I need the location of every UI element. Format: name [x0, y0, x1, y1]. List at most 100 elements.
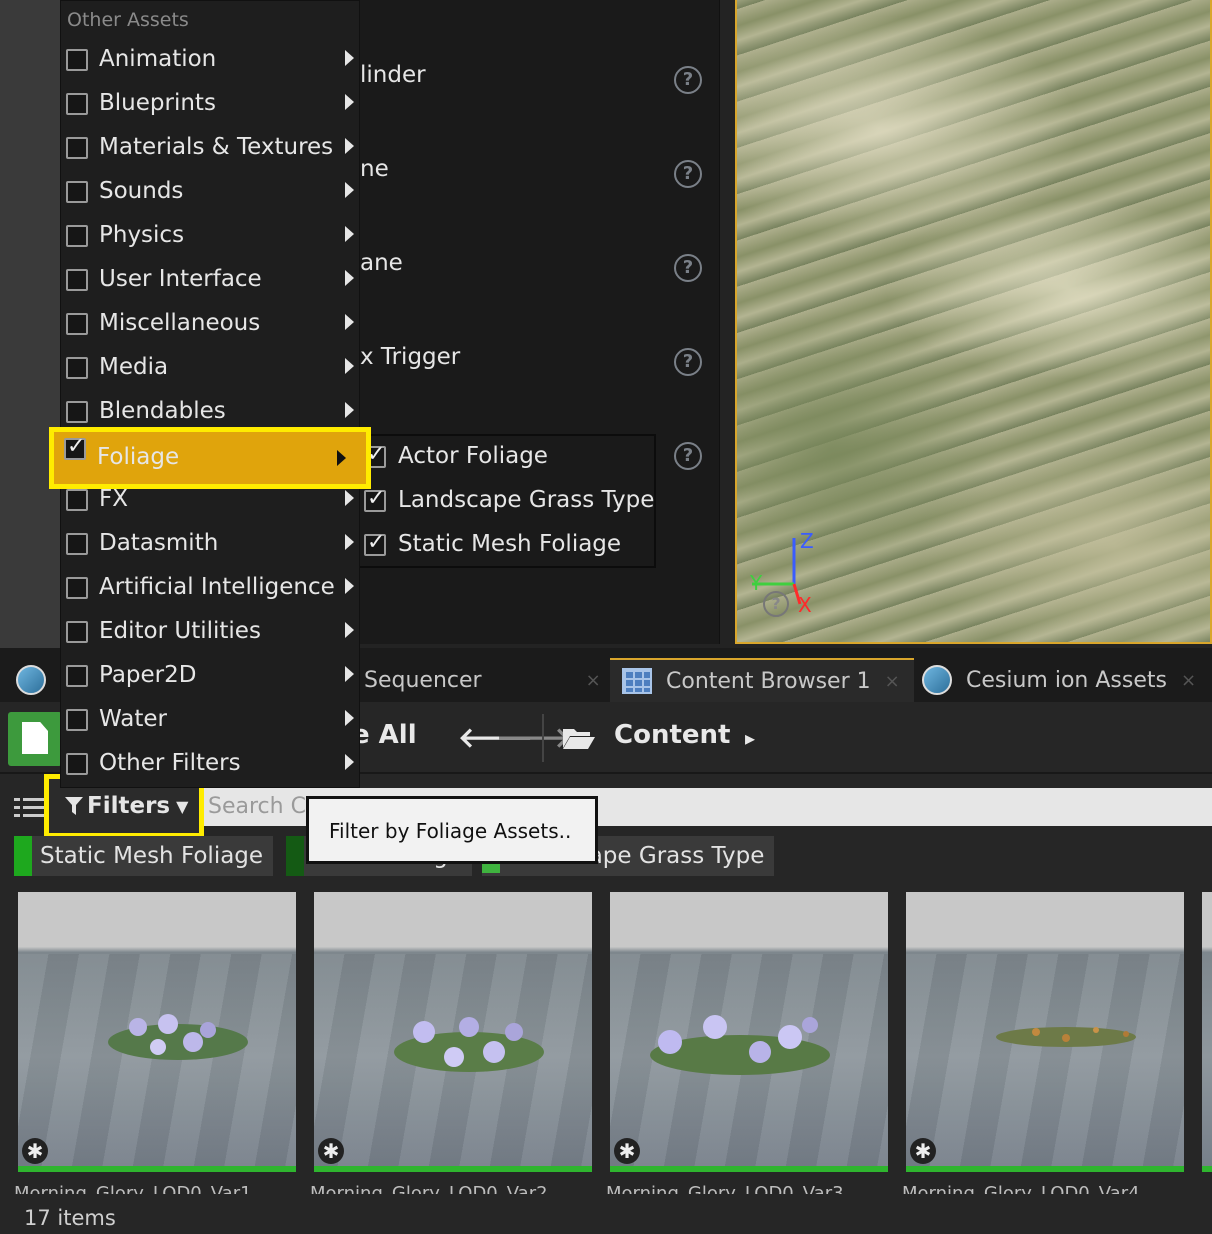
asset-grid: ✱ ✱ ✱ ✱ Morning_Glory_LOD0_Var1 Morning_…	[0, 890, 1212, 1194]
help-icon[interactable]: ?	[674, 348, 702, 376]
checkbox[interactable]	[364, 530, 386, 556]
menu-item-label: Media	[99, 354, 169, 380]
asset-tile[interactable]: ✱	[610, 892, 888, 1172]
checkbox[interactable]	[66, 753, 88, 775]
checkbox[interactable]	[66, 93, 88, 115]
menu-item-animation[interactable]: Animation	[61, 39, 359, 83]
help-icon[interactable]: ?	[674, 160, 702, 188]
help-icon[interactable]: ?	[674, 254, 702, 282]
place-item-cylinder[interactable]: linder	[360, 62, 426, 88]
submenu-arrow-icon	[345, 534, 354, 550]
checkbox[interactable]	[364, 486, 386, 512]
filter-chip-static-mesh-foliage[interactable]: Static Mesh Foliage	[14, 836, 274, 876]
checkbox[interactable]	[66, 533, 88, 555]
item-count: 17 items	[24, 1206, 116, 1230]
menu-item-label: Foliage	[97, 444, 180, 470]
chip-label: Static Mesh Foliage	[40, 843, 264, 869]
tab-sequencer[interactable]: Sequencer ×	[364, 658, 601, 702]
menu-item-artificial-intelligence[interactable]: Artificial Intelligence	[61, 567, 359, 611]
submenu-arrow-icon	[345, 182, 354, 198]
checkbox[interactable]	[66, 401, 88, 423]
checkbox[interactable]	[66, 621, 88, 643]
favorite-star-icon[interactable]: ✱	[910, 1138, 936, 1164]
forward-arrow-icon[interactable]: 🡒	[496, 720, 571, 754]
checkbox[interactable]	[66, 313, 88, 335]
toolbar-divider	[542, 714, 544, 762]
tooltip: Filter by Foliage Assets..	[306, 796, 598, 864]
menu-item-materials-textures[interactable]: Materials & Textures	[61, 127, 359, 171]
menu-item-water[interactable]: Water	[61, 699, 359, 743]
menu-item-editor-utilities[interactable]: Editor Utilities	[61, 611, 359, 655]
menu-item-label: User Interface	[99, 266, 262, 292]
menu-item-blueprints[interactable]: Blueprints	[61, 83, 359, 127]
menu-item-label: FX	[99, 486, 128, 512]
checkbox[interactable]	[66, 665, 88, 687]
menu-item-label: Paper2D	[99, 662, 197, 688]
breadcrumb-content[interactable]: Content	[614, 720, 730, 750]
checkbox[interactable]	[66, 225, 88, 247]
tab-content-browser-1[interactable]: Content Browser 1 ×	[610, 658, 914, 702]
submenu-item-actor-foliage[interactable]: Actor Foliage	[360, 436, 654, 480]
submenu-arrow-icon	[345, 50, 354, 66]
asset-tile[interactable]: ✱	[18, 892, 296, 1172]
checkbox[interactable]	[64, 434, 86, 460]
submenu-item-static-mesh-foliage[interactable]: Static Mesh Foliage	[360, 524, 654, 568]
close-icon[interactable]: ×	[586, 670, 601, 691]
checkbox[interactable]	[66, 709, 88, 731]
asset-name: Morning_Glory_LOD0_Var4	[902, 1183, 1140, 1194]
checkbox[interactable]	[66, 489, 88, 511]
menu-item-sounds[interactable]: Sounds	[61, 171, 359, 215]
save-all-button[interactable]: e All	[352, 720, 417, 750]
menu-item-label: Animation	[99, 46, 217, 72]
left-gutter	[0, 0, 62, 648]
menu-item-label: Materials & Textures	[99, 134, 334, 160]
menu-item-paper2d[interactable]: Paper2D	[61, 655, 359, 699]
checkbox[interactable]	[66, 577, 88, 599]
menu-item-media[interactable]: Media	[61, 347, 359, 391]
submenu-item-landscape-grass-type[interactable]: Landscape Grass Type	[360, 480, 654, 524]
submenu-arrow-icon	[345, 358, 354, 374]
checkbox[interactable]	[66, 181, 88, 203]
filter-row: Search Co Filters ▼	[0, 774, 1212, 838]
checkbox[interactable]	[66, 269, 88, 291]
asset-name: Morning_Glory_LOD0_Var2	[310, 1183, 548, 1194]
menu-item-datasmith[interactable]: Datasmith	[61, 523, 359, 567]
favorite-star-icon[interactable]: ✱	[318, 1138, 344, 1164]
menu-item-fx[interactable]: FX	[61, 479, 359, 523]
favorite-star-icon[interactable]: ✱	[22, 1138, 48, 1164]
tab-cesium-ion-assets[interactable]: Cesium ion Assets ×	[922, 658, 1196, 702]
submenu-arrow-icon	[345, 754, 354, 770]
place-item-cone[interactable]: ne	[360, 156, 389, 182]
menu-item-label: Physics	[99, 222, 185, 248]
menu-item-physics[interactable]: Physics	[61, 215, 359, 259]
checkbox[interactable]	[66, 49, 88, 71]
submenu-arrow-icon	[345, 622, 354, 638]
checkbox[interactable]	[66, 357, 88, 379]
help-icon[interactable]: ?	[674, 66, 702, 94]
close-icon[interactable]: ×	[1181, 670, 1196, 691]
asset-tile[interactable]: ✱	[906, 892, 1184, 1172]
tab-globe[interactable]	[16, 658, 46, 702]
sources-panel-toggle-icon[interactable]	[14, 796, 44, 818]
asset-tile[interactable]: ✱	[314, 892, 592, 1172]
add-new-button[interactable]	[8, 712, 62, 766]
breadcrumb-chevron-icon[interactable]: ▸	[745, 726, 755, 750]
place-item-box-trigger[interactable]: x Trigger	[360, 344, 460, 370]
menu-item-label: Artificial Intelligence	[99, 574, 335, 600]
menu-item-miscellaneous[interactable]: Miscellaneous	[61, 303, 359, 347]
checkbox[interactable]	[66, 137, 88, 159]
asset-name: Morning_Glory_LOD0_Var3	[606, 1183, 844, 1194]
filters-label: Filters	[87, 793, 171, 819]
close-icon[interactable]: ×	[885, 671, 900, 692]
menu-item-other-filters[interactable]: Other Filters	[61, 743, 359, 787]
asset-tile[interactable]	[1202, 892, 1212, 1172]
menu-item-user-interface[interactable]: User Interface	[61, 259, 359, 303]
foliage-submenu: Actor Foliage Landscape Grass Type Stati…	[358, 434, 656, 568]
axis-y-label: Y	[749, 571, 763, 595]
menu-item-label: Editor Utilities	[99, 618, 261, 644]
help-icon[interactable]: ?	[763, 591, 789, 617]
place-item-plane[interactable]: ane	[360, 250, 403, 276]
favorite-star-icon[interactable]: ✱	[614, 1138, 640, 1164]
submenu-item-label: Landscape Grass Type	[398, 487, 655, 513]
help-icon[interactable]: ?	[674, 442, 702, 470]
